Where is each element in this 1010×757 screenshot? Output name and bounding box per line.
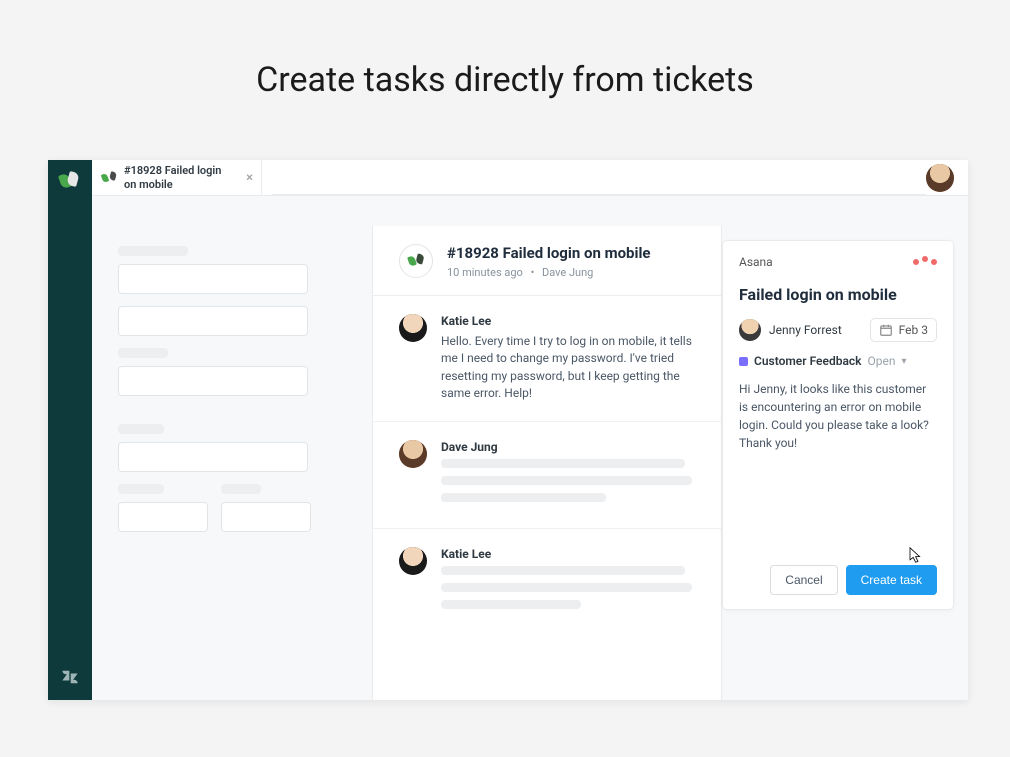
tabstrip-spacer bbox=[272, 160, 926, 195]
message-author: Katie Lee bbox=[441, 547, 695, 561]
main-area: #18928 Failed login on mobile × bbox=[92, 160, 968, 700]
asana-logo-icon bbox=[913, 259, 937, 265]
project-color-icon bbox=[739, 357, 748, 366]
sidebar-field[interactable] bbox=[118, 306, 308, 336]
ticket-title: #18928 Failed login on mobile bbox=[447, 244, 651, 262]
ticket-header-icon bbox=[399, 244, 433, 278]
avatar bbox=[399, 440, 427, 468]
hero-title: Create tasks directly from tickets bbox=[0, 0, 1010, 100]
sidebar-field[interactable] bbox=[118, 264, 308, 294]
message-body: Hello. Every time I try to log in on mob… bbox=[441, 333, 695, 403]
avatar bbox=[399, 314, 427, 342]
ticket-age: 10 minutes ago bbox=[447, 266, 523, 279]
message-author: Katie Lee bbox=[441, 314, 695, 328]
sidebar-field[interactable] bbox=[118, 366, 308, 396]
ticket-header: #18928 Failed login on mobile 10 minutes… bbox=[373, 244, 721, 296]
task-description[interactable]: Hi Jenny, it looks like this customer is… bbox=[739, 380, 937, 452]
project-row[interactable]: Customer Feedback Open ▾ bbox=[739, 354, 937, 368]
content-columns: #18928 Failed login on mobile 10 minutes… bbox=[92, 196, 968, 700]
current-user-avatar[interactable] bbox=[926, 164, 954, 192]
message-author: Dave Jung bbox=[441, 440, 695, 454]
create-task-button[interactable]: Create task bbox=[846, 565, 937, 595]
chevron-down-icon: ▾ bbox=[902, 356, 907, 367]
ticket-tab-icon bbox=[100, 169, 118, 187]
message: Katie Lee bbox=[373, 529, 721, 635]
ticket-sidebar bbox=[92, 226, 372, 700]
zendesk-logo-icon bbox=[61, 668, 79, 686]
due-date: Feb 3 bbox=[899, 323, 928, 337]
assignee-avatar[interactable] bbox=[739, 319, 761, 341]
asana-task-title[interactable]: Failed login on mobile bbox=[739, 285, 937, 304]
assignee-name[interactable]: Jenny Forrest bbox=[769, 323, 842, 337]
message: Katie Lee Hello. Every time I try to log… bbox=[373, 296, 721, 422]
due-date-chip[interactable]: Feb 3 bbox=[870, 318, 937, 342]
sidebar-field[interactable] bbox=[118, 442, 308, 472]
ticket-author: Dave Jung bbox=[542, 266, 593, 279]
sidebar-field[interactable] bbox=[118, 502, 208, 532]
message: Dave Jung bbox=[373, 422, 721, 529]
asana-brand-label: Asana bbox=[739, 255, 773, 269]
ticket-tab[interactable]: #18928 Failed login on mobile × bbox=[92, 160, 262, 195]
cancel-button[interactable]: Cancel bbox=[770, 565, 837, 595]
ticket-tab-title: #18928 Failed login on mobile bbox=[124, 164, 234, 190]
sidebar-field[interactable] bbox=[221, 502, 311, 532]
avatar bbox=[399, 547, 427, 575]
project-name: Customer Feedback bbox=[754, 354, 862, 368]
conversation-column: #18928 Failed login on mobile 10 minutes… bbox=[372, 226, 722, 700]
app-window: #18928 Failed login on mobile × bbox=[48, 160, 968, 700]
tab-strip: #18928 Failed login on mobile × bbox=[92, 160, 968, 196]
project-status[interactable]: Open bbox=[868, 354, 896, 368]
ticket-meta: 10 minutes ago • Dave Jung bbox=[447, 266, 651, 279]
calendar-icon bbox=[879, 323, 893, 337]
close-icon[interactable]: × bbox=[246, 171, 253, 184]
product-logo-icon bbox=[60, 172, 80, 192]
apps-column: Asana Failed login on mobile Jenny Forre… bbox=[722, 226, 968, 700]
asana-panel: Asana Failed login on mobile Jenny Forre… bbox=[722, 240, 954, 610]
nav-rail bbox=[48, 160, 92, 700]
